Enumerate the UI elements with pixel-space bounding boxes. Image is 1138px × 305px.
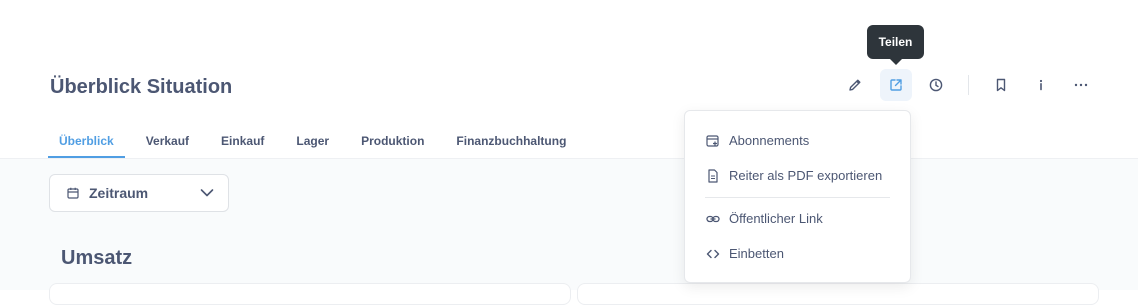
dashboard-card[interactable] xyxy=(49,283,571,305)
bookmark-button[interactable] xyxy=(985,69,1017,101)
subscription-icon xyxy=(706,135,719,147)
share-tooltip: Teilen xyxy=(867,25,924,65)
share-menu: Abonnements Reiter als PDF exportieren Ö… xyxy=(684,110,911,283)
date-filter[interactable]: Zeitraum xyxy=(49,174,229,212)
share-button[interactable] xyxy=(880,69,912,101)
header-actions xyxy=(0,69,1138,101)
document-icon xyxy=(708,169,718,183)
more-button[interactable] xyxy=(1065,69,1097,101)
menu-item-label: Reiter als PDF exportieren xyxy=(729,168,883,183)
dashboard-card[interactable] xyxy=(577,283,1099,305)
embed-icon xyxy=(706,249,720,259)
tab-einkauf[interactable]: Einkauf xyxy=(210,128,275,156)
info-button[interactable] xyxy=(1025,69,1057,101)
share-icon xyxy=(890,79,902,91)
more-icon xyxy=(1074,83,1088,87)
link-icon xyxy=(706,215,720,223)
tab-ueberblick[interactable]: Überblick xyxy=(48,128,125,158)
edit-button[interactable] xyxy=(839,69,871,101)
menu-item-embed[interactable]: Einbetten xyxy=(685,237,910,271)
menu-item-label: Einbetten xyxy=(729,246,784,261)
menu-divider xyxy=(705,197,890,198)
calendar-icon xyxy=(67,187,79,199)
pencil-icon xyxy=(849,79,861,91)
menu-item-public-link[interactable]: Öffentlicher Link xyxy=(685,202,910,236)
menu-item-subscriptions[interactable]: Abonnements xyxy=(685,124,910,158)
dashboard-tabs: Überblick Verkauf Einkauf Lager Produkti… xyxy=(48,128,587,158)
clock-icon xyxy=(929,78,943,92)
history-button[interactable] xyxy=(920,69,952,101)
date-filter-label: Zeitraum xyxy=(89,185,149,201)
chevron-down-icon xyxy=(200,189,214,197)
tab-verkauf[interactable]: Verkauf xyxy=(135,128,200,156)
dashboard-header: Überblick Situation Überblick Verkauf Ei… xyxy=(0,0,1138,159)
section-title: Umsatz xyxy=(61,247,133,269)
menu-item-label: Öffentlicher Link xyxy=(729,211,823,226)
header-divider xyxy=(968,75,969,95)
bookmark-icon xyxy=(996,78,1006,92)
info-icon xyxy=(1039,79,1043,91)
tab-finanzbuchhaltung[interactable]: Finanzbuchhaltung xyxy=(445,128,577,156)
tab-produktion[interactable]: Produktion xyxy=(350,128,435,156)
tab-lager[interactable]: Lager xyxy=(285,128,340,156)
menu-item-export-pdf[interactable]: Reiter als PDF exportieren xyxy=(685,159,910,193)
tooltip-text: Teilen xyxy=(878,35,913,49)
menu-item-label: Abonnements xyxy=(729,133,810,148)
